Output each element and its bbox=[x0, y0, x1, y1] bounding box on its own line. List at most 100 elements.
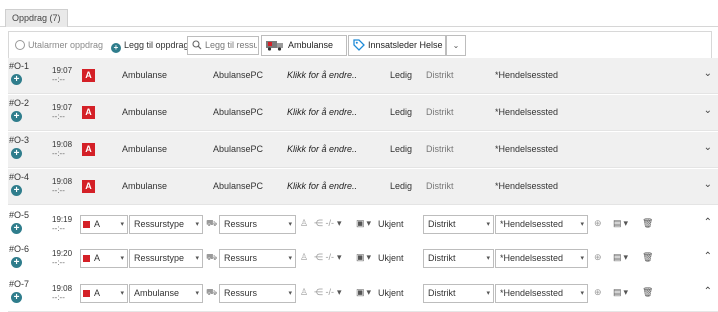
mission-row[interactable]: #O-2 +19:07 --:-- A Ambulanse AbulansePC Klikk… bbox=[8, 95, 718, 131]
add-resource-icon[interactable]: + bbox=[11, 223, 22, 234]
district: Distrikt bbox=[426, 181, 454, 191]
vehicle-icon[interactable]: ⛟ bbox=[206, 287, 217, 299]
device-selector[interactable]: ▣ ▾ bbox=[356, 218, 371, 229]
locate-icon[interactable]: ⊕ bbox=[594, 287, 602, 298]
edit-hint[interactable]: Klikk for å endre.. bbox=[287, 144, 357, 154]
resource-type-select[interactable]: Ressurstype ▾ bbox=[129, 249, 203, 268]
location-select[interactable]: *Hendelsessted ▾ bbox=[495, 284, 588, 303]
device-selector[interactable]: ▣ ▾ bbox=[356, 252, 371, 263]
resource-type-select-value: Ressurstype bbox=[134, 219, 185, 229]
caret-icon: ▾ bbox=[288, 255, 292, 262]
mission-id: #O-1 bbox=[9, 61, 30, 71]
caret-icon: ▾ bbox=[580, 290, 584, 297]
device-icon: ▣ bbox=[356, 252, 365, 262]
eta-selector[interactable]: ⋲ -/- ▾ bbox=[314, 218, 342, 229]
expand-chevron-icon[interactable]: ⌄ bbox=[704, 179, 712, 190]
expand-chevron-icon[interactable]: ⌄ bbox=[704, 68, 712, 79]
collapse-chevron-icon[interactable]: ⌃ bbox=[704, 251, 712, 262]
locate-icon[interactable]: ⊕ bbox=[594, 218, 602, 229]
district-select[interactable]: Distrikt ▾ bbox=[423, 284, 494, 303]
location-select[interactable]: *Hendelsessted ▾ bbox=[495, 249, 588, 268]
resource-type-select[interactable]: Ambulanse ▾ bbox=[129, 284, 203, 303]
eta-value: -/- bbox=[325, 252, 335, 262]
resource-select[interactable]: Ressurs ▾ bbox=[219, 215, 296, 234]
edit-hint[interactable]: Klikk for å endre.. bbox=[287, 181, 357, 191]
caret-icon: ▾ bbox=[120, 221, 124, 228]
document-menu[interactable]: ▤ ▾ bbox=[613, 287, 628, 298]
vehicle-icon[interactable]: ⛟ bbox=[206, 252, 217, 264]
caret-icon: ▾ bbox=[366, 287, 372, 297]
mission-time: 19:08 --:-- bbox=[52, 284, 72, 302]
eta-selector[interactable]: ⋲ -/- ▾ bbox=[314, 287, 342, 298]
add-resource-icon[interactable]: + bbox=[11, 74, 22, 85]
district-select[interactable]: Distrikt ▾ bbox=[423, 215, 494, 234]
add-mission-button[interactable]: + Legg til oppdrag bbox=[111, 38, 189, 53]
reset-alarms-button[interactable]: Utalarmer oppdrag bbox=[15, 38, 103, 52]
incident-leader-label: Innsatsleder Helse bbox=[368, 40, 443, 50]
add-resource-icon[interactable]: + bbox=[11, 185, 22, 196]
add-resource-icon[interactable]: + bbox=[11, 292, 22, 303]
add-resource-icon[interactable]: + bbox=[11, 148, 22, 159]
resource-select[interactable]: Ressurs ▾ bbox=[219, 284, 296, 303]
resource-search-input[interactable] bbox=[205, 39, 257, 51]
incident-leader-chip[interactable]: Innsatsleder Helse bbox=[348, 35, 446, 56]
location-select[interactable]: *Hendelsessted ▾ bbox=[495, 215, 588, 234]
mission-edit-row[interactable]: #O-6 +19:20 --:-- A ▾ Ressurstype ▾ ⛟ Ressurs ▾ ♙ ⋲… bbox=[8, 241, 718, 277]
edit-hint[interactable]: Klikk for å endre.. bbox=[287, 107, 357, 117]
collapse-chevron-icon[interactable]: ⌃ bbox=[704, 286, 712, 297]
caret-icon: ▾ bbox=[486, 290, 490, 297]
add-circle-icon: + bbox=[111, 43, 121, 53]
edit-hint[interactable]: Klikk for å endre.. bbox=[287, 70, 357, 80]
tag-icon bbox=[353, 39, 365, 51]
resource-search[interactable] bbox=[187, 36, 259, 55]
caret-icon: ▾ bbox=[486, 221, 490, 228]
radio-icon: ⋲ bbox=[314, 287, 326, 297]
reset-alarms-label: Utalarmer oppdrag bbox=[28, 40, 104, 50]
mission-edit-row[interactable]: #O-5 +19:19 --:-- A ▾ Ressurstype ▾ ⛟ Ressurs ▾ ♙ ⋲… bbox=[8, 207, 718, 243]
resource-type: Ambulanse bbox=[122, 181, 168, 191]
trash-icon[interactable]: 🗑 bbox=[642, 287, 653, 298]
incident-location: *Hendelsessted bbox=[495, 181, 559, 191]
document-menu[interactable]: ▤ ▾ bbox=[613, 252, 628, 263]
search-icon bbox=[192, 40, 202, 50]
priority-select[interactable]: A ▾ bbox=[80, 249, 128, 268]
district: Distrikt bbox=[426, 144, 454, 154]
device-selector[interactable]: ▣ ▾ bbox=[356, 287, 371, 298]
caret-icon: ▾ bbox=[288, 221, 292, 228]
toolbar: Utalarmer oppdrag +Legg til oppdrag Ambu… bbox=[8, 31, 712, 60]
mission-row[interactable]: #O-1 +19:07 --:-- A Ambulanse AbulansePC Klikk… bbox=[8, 58, 718, 94]
expand-chevron-icon[interactable]: ⌄ bbox=[704, 105, 712, 116]
mission-row[interactable]: #O-4 +19:08 --:-- A Ambulanse AbulansePC Klikk… bbox=[8, 169, 718, 205]
resource-type-select[interactable]: Ressurstype ▾ bbox=[129, 215, 203, 234]
time-placeholder: --:-- bbox=[52, 258, 65, 267]
ambulance-chip[interactable]: Ambulanse bbox=[261, 35, 347, 56]
locate-icon[interactable]: ⊕ bbox=[594, 252, 602, 263]
person-icon[interactable]: ♙ bbox=[300, 218, 308, 229]
status: Ledig bbox=[390, 144, 413, 154]
expand-chevron-icon[interactable]: ⌄ bbox=[704, 142, 712, 153]
trash-icon[interactable]: 🗑 bbox=[642, 218, 653, 229]
document-menu[interactable]: ▤ ▾ bbox=[613, 218, 628, 229]
mission-edit-row[interactable]: #O-7 +19:08 --:-- A ▾ Ambulanse ▾ ⛟ Ressurs ▾ ♙ ⋲ -… bbox=[8, 276, 718, 312]
chip-dropdown-button[interactable]: ⌄ bbox=[446, 35, 466, 56]
priority-color-swatch bbox=[83, 290, 90, 297]
caret-icon: ▾ bbox=[366, 252, 372, 262]
resource-select[interactable]: Ressurs ▾ bbox=[219, 249, 296, 268]
trash-icon[interactable]: 🗑 bbox=[642, 252, 653, 263]
vehicle-icon[interactable]: ⛟ bbox=[206, 218, 217, 230]
priority-select[interactable]: A ▾ bbox=[80, 215, 128, 234]
tab-oppdrag[interactable]: Oppdrag (7) bbox=[5, 9, 68, 27]
caret-icon: ▾ bbox=[288, 290, 292, 297]
mission-id: #O-5 bbox=[9, 210, 30, 220]
add-resource-icon[interactable]: + bbox=[11, 111, 22, 122]
district-select[interactable]: Distrikt ▾ bbox=[423, 249, 494, 268]
status: Ledig bbox=[390, 70, 413, 80]
caret-icon: ▾ bbox=[623, 218, 629, 228]
person-icon[interactable]: ♙ bbox=[300, 287, 308, 298]
priority-select[interactable]: A ▾ bbox=[80, 284, 128, 303]
collapse-chevron-icon[interactable]: ⌃ bbox=[704, 217, 712, 228]
person-icon[interactable]: ♙ bbox=[300, 252, 308, 263]
eta-selector[interactable]: ⋲ -/- ▾ bbox=[314, 252, 342, 263]
add-resource-icon[interactable]: + bbox=[11, 257, 22, 268]
mission-row[interactable]: #O-3 +19:08 --:-- A Ambulanse AbulansePC Klikk… bbox=[8, 132, 718, 168]
